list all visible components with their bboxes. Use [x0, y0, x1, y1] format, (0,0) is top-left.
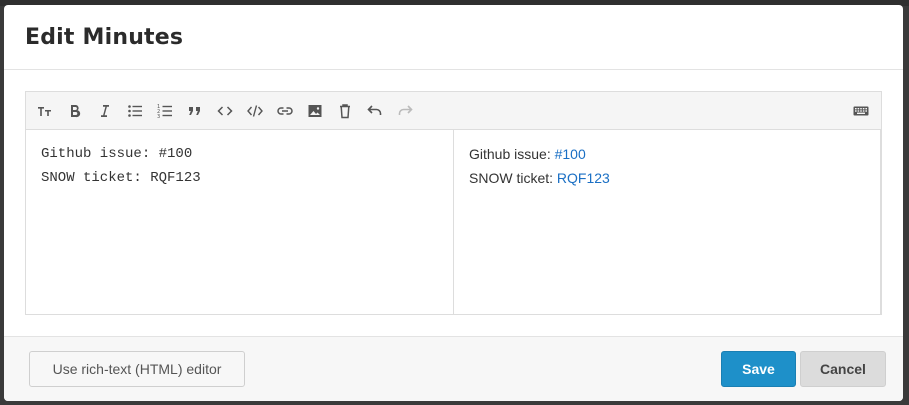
- quote-icon[interactable]: [184, 100, 206, 122]
- image-icon[interactable]: [304, 100, 326, 122]
- undo-icon[interactable]: [364, 100, 386, 122]
- dialog-body: 123 Github issue: #100 SNOW ticket: RQF1…: [4, 70, 903, 336]
- preview-text: SNOW ticket:: [469, 170, 557, 186]
- svg-text:3: 3: [157, 114, 160, 119]
- github-issue-link[interactable]: #100: [555, 146, 586, 162]
- source-line: SNOW ticket: RQF123: [41, 170, 201, 186]
- preview-line: SNOW ticket: RQF123: [469, 166, 865, 190]
- redo-icon[interactable]: [394, 100, 416, 122]
- markdown-editor: 123 Github issue: #100 SNOW ticket: RQF1…: [25, 91, 882, 315]
- preview-line: Github issue: #100: [469, 142, 865, 166]
- numbered-list-icon[interactable]: 123: [154, 100, 176, 122]
- rich-text-editor-button[interactable]: Use rich-text (HTML) editor: [29, 351, 245, 387]
- italic-icon[interactable]: [94, 100, 116, 122]
- dialog-footer: Use rich-text (HTML) editor Save Cancel: [4, 336, 903, 401]
- preview-text: Github issue:: [469, 146, 555, 162]
- keyboard-icon[interactable]: [850, 100, 872, 122]
- snow-ticket-link[interactable]: RQF123: [557, 170, 610, 186]
- markdown-preview: Github issue: #100 SNOW ticket: RQF123: [454, 130, 881, 314]
- link-icon[interactable]: [274, 100, 296, 122]
- delete-icon[interactable]: [334, 100, 356, 122]
- code-block-icon[interactable]: [244, 100, 266, 122]
- editor-panes: Github issue: #100 SNOW ticket: RQF123 Gi…: [26, 130, 881, 314]
- bold-icon[interactable]: [64, 100, 86, 122]
- heading-icon[interactable]: [34, 100, 56, 122]
- markdown-source-input[interactable]: Github issue: #100 SNOW ticket: RQF123: [26, 130, 454, 314]
- save-button[interactable]: Save: [721, 351, 796, 387]
- dialog-header: Edit Minutes: [4, 5, 903, 70]
- editor-toolbar: 123: [26, 92, 881, 130]
- bullet-list-icon[interactable]: [124, 100, 146, 122]
- edit-minutes-dialog: Edit Minutes 123 Github issue: #100 SNOW…: [4, 5, 903, 401]
- dialog-title: Edit Minutes: [25, 24, 184, 50]
- inline-code-icon[interactable]: [214, 100, 236, 122]
- source-line: Github issue: #100: [41, 146, 193, 162]
- cancel-button[interactable]: Cancel: [800, 351, 886, 387]
